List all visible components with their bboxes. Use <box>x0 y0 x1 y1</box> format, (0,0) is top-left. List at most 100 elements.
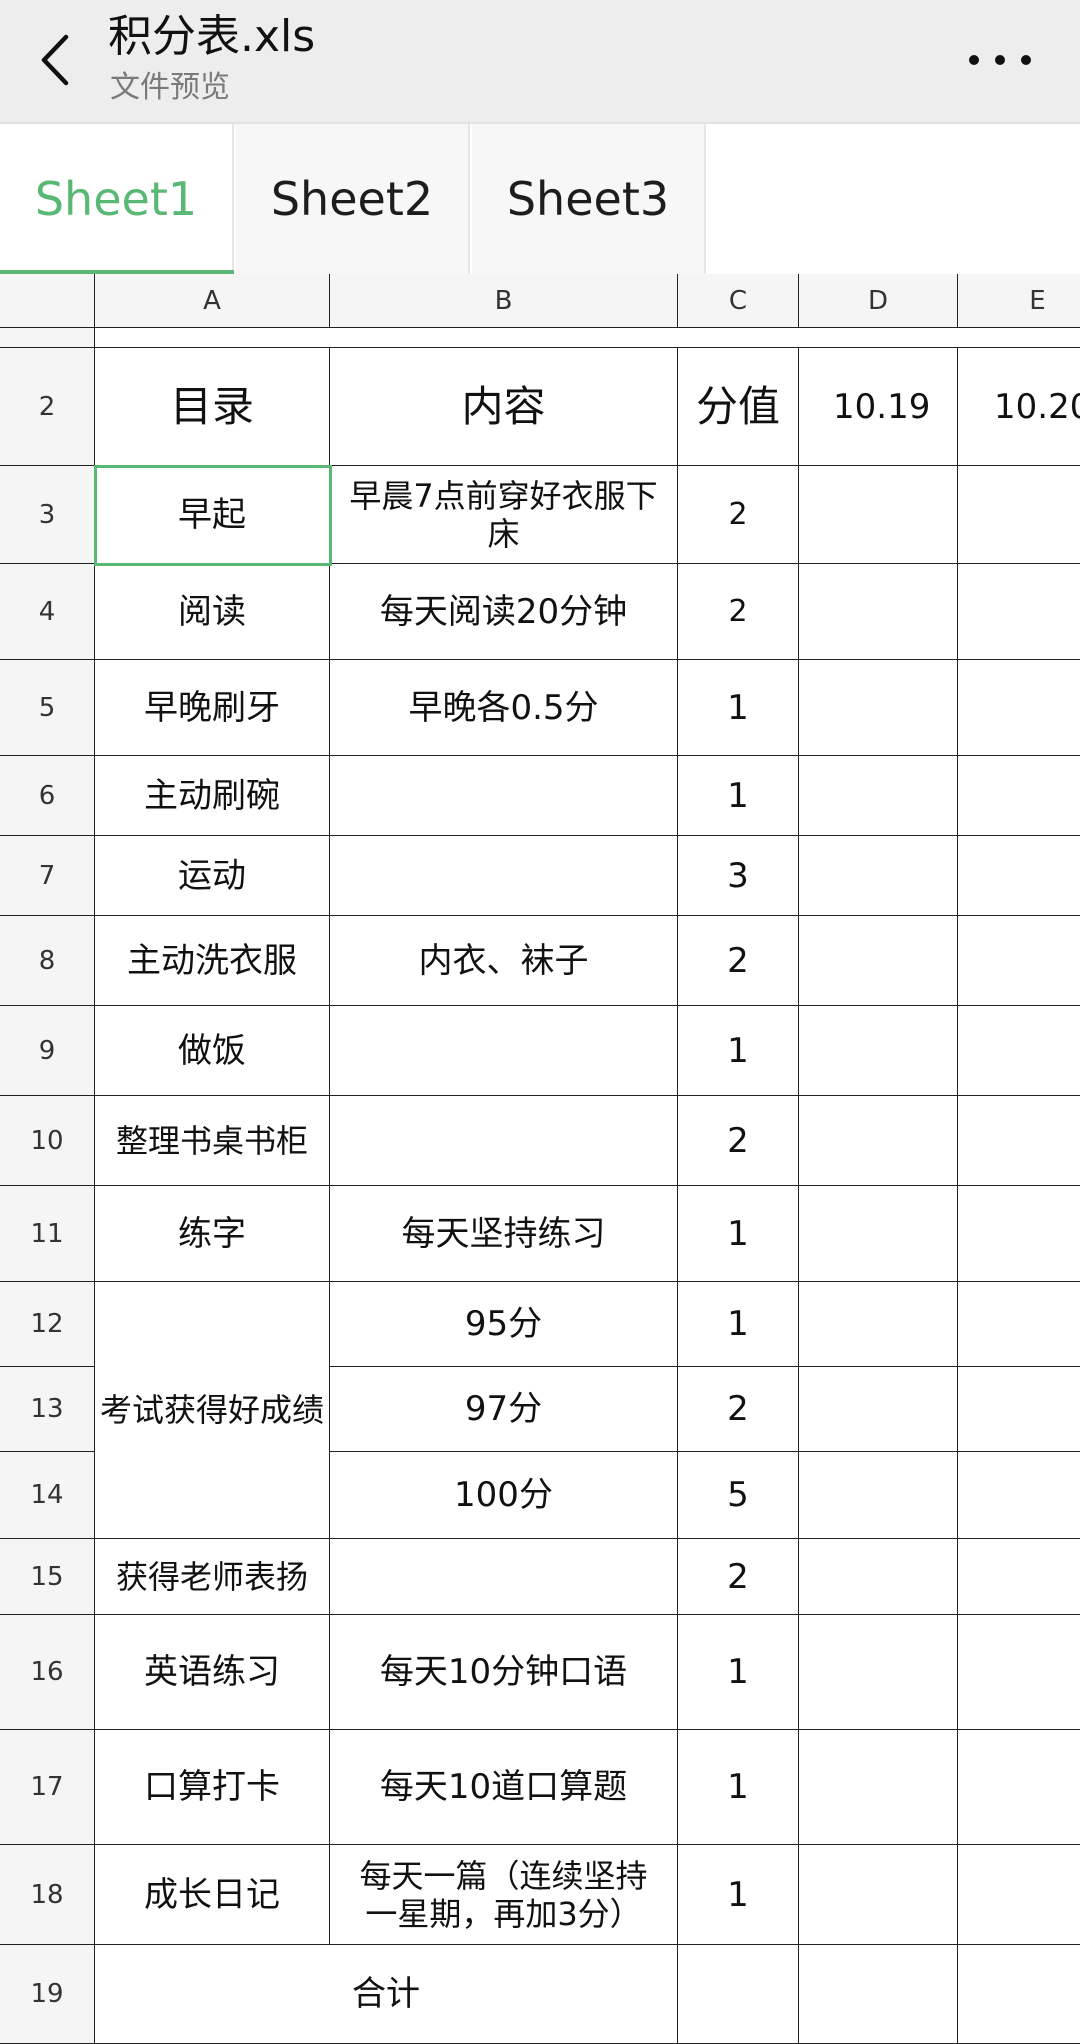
row-header[interactable]: 12 <box>0 1282 95 1367</box>
row-header[interactable]: 7 <box>0 836 95 916</box>
cell-d2[interactable]: 10.19 <box>799 348 958 466</box>
cell-d11[interactable] <box>799 1186 958 1282</box>
tab-sheet3[interactable]: Sheet3 <box>472 124 706 274</box>
cell-a5[interactable]: 早晚刷牙 <box>95 660 330 756</box>
cell-a6[interactable]: 主动刷碗 <box>95 756 330 836</box>
cell-b3[interactable]: 早晨7点前穿好衣服下床 <box>330 466 678 564</box>
cell-a18[interactable]: 成长日记 <box>95 1845 330 1945</box>
cell-d7[interactable] <box>799 836 958 916</box>
cell-b6[interactable] <box>330 756 678 836</box>
cell-d9[interactable] <box>799 1006 958 1096</box>
row-header[interactable]: 16 <box>0 1615 95 1730</box>
row-1-collapsed[interactable] <box>95 328 1080 348</box>
row-header[interactable]: 11 <box>0 1186 95 1282</box>
cell-e4[interactable] <box>958 564 1080 660</box>
cell-d16[interactable] <box>799 1615 958 1730</box>
spreadsheet-grid[interactable]: A B C D E 2 目录 内容 分值 10.19 10.20 3 早起 早晨… <box>0 274 1080 2044</box>
cell-b12[interactable]: 95分 <box>330 1282 678 1367</box>
cell-c13[interactable]: 2 <box>678 1367 799 1452</box>
row-header[interactable]: 18 <box>0 1845 95 1945</box>
column-header-d[interactable]: D <box>799 274 958 328</box>
cell-c17[interactable]: 1 <box>678 1730 799 1845</box>
cell-d3[interactable] <box>799 466 958 564</box>
column-header-b[interactable]: B <box>330 274 678 328</box>
cell-c9[interactable]: 1 <box>678 1006 799 1096</box>
cell-b17[interactable]: 每天10道口算题 <box>330 1730 678 1845</box>
cell-a3[interactable]: 早起 <box>95 466 330 564</box>
row-header[interactable]: 19 <box>0 1945 95 2044</box>
row-header[interactable]: 2 <box>0 348 95 466</box>
cell-b2[interactable]: 内容 <box>330 348 678 466</box>
cell-e3[interactable] <box>958 466 1080 564</box>
row-header[interactable]: 10 <box>0 1096 95 1186</box>
cell-a9[interactable]: 做饭 <box>95 1006 330 1096</box>
cell-e19[interactable] <box>958 1945 1080 2044</box>
cell-d10[interactable] <box>799 1096 958 1186</box>
cell-c18[interactable]: 1 <box>678 1845 799 1945</box>
cell-e17[interactable] <box>958 1730 1080 1845</box>
cell-b10[interactable] <box>330 1096 678 1186</box>
cell-c10[interactable]: 2 <box>678 1096 799 1186</box>
cell-d15[interactable] <box>799 1539 958 1615</box>
row-header[interactable]: 3 <box>0 466 95 564</box>
cell-d5[interactable] <box>799 660 958 756</box>
cell-b5[interactable]: 早晚各0.5分 <box>330 660 678 756</box>
cell-c6[interactable]: 1 <box>678 756 799 836</box>
cell-c3[interactable]: 2 <box>678 466 799 564</box>
cell-b4[interactable]: 每天阅读20分钟 <box>330 564 678 660</box>
cell-e16[interactable] <box>958 1615 1080 1730</box>
cell-e15[interactable] <box>958 1539 1080 1615</box>
cell-a16[interactable]: 英语练习 <box>95 1615 330 1730</box>
more-button[interactable] <box>960 38 1040 82</box>
cell-b11[interactable]: 每天坚持练习 <box>330 1186 678 1282</box>
cell-d17[interactable] <box>799 1730 958 1845</box>
cell-b8[interactable]: 内衣、袜子 <box>330 916 678 1006</box>
cell-c15[interactable]: 2 <box>678 1539 799 1615</box>
tab-sheet1[interactable]: Sheet1 <box>0 124 234 274</box>
cell-b15[interactable] <box>330 1539 678 1615</box>
column-header-c[interactable]: C <box>678 274 799 328</box>
cell-d19[interactable] <box>799 1945 958 2044</box>
column-header-a[interactable]: A <box>95 274 330 328</box>
cell-b9[interactable] <box>330 1006 678 1096</box>
cell-e9[interactable] <box>958 1006 1080 1096</box>
cell-e11[interactable] <box>958 1186 1080 1282</box>
cell-a17[interactable]: 口算打卡 <box>95 1730 330 1845</box>
cell-c5[interactable]: 1 <box>678 660 799 756</box>
cell-b18[interactable]: 每天一篇（连续坚持一星期，再加3分） <box>330 1845 678 1945</box>
cell-d14[interactable] <box>799 1452 958 1539</box>
cell-d12[interactable] <box>799 1282 958 1367</box>
tab-sheet2[interactable]: Sheet2 <box>236 124 470 274</box>
column-header-e[interactable]: E <box>958 274 1080 328</box>
cell-b16[interactable]: 每天10分钟口语 <box>330 1615 678 1730</box>
cell-d6[interactable] <box>799 756 958 836</box>
cell-d8[interactable] <box>799 916 958 1006</box>
cell-a11[interactable]: 练字 <box>95 1186 330 1282</box>
cell-e7[interactable] <box>958 836 1080 916</box>
cell-c19[interactable] <box>678 1945 799 2044</box>
cell-c16[interactable]: 1 <box>678 1615 799 1730</box>
cell-c8[interactable]: 2 <box>678 916 799 1006</box>
cell-e18[interactable] <box>958 1845 1080 1945</box>
row-header[interactable]: 8 <box>0 916 95 1006</box>
cell-e2[interactable]: 10.20 <box>958 348 1080 466</box>
cell-b13[interactable]: 97分 <box>330 1367 678 1452</box>
cell-d4[interactable] <box>799 564 958 660</box>
cell-b14[interactable]: 100分 <box>330 1452 678 1539</box>
cell-c14[interactable]: 5 <box>678 1452 799 1539</box>
cell-e8[interactable] <box>958 916 1080 1006</box>
cell-e5[interactable] <box>958 660 1080 756</box>
back-button[interactable] <box>30 30 80 90</box>
row-header[interactable]: 4 <box>0 564 95 660</box>
cell-c4[interactable]: 2 <box>678 564 799 660</box>
row-header[interactable]: 15 <box>0 1539 95 1615</box>
row-header[interactable]: 5 <box>0 660 95 756</box>
row-header[interactable]: 13 <box>0 1367 95 1452</box>
cell-c11[interactable]: 1 <box>678 1186 799 1282</box>
cell-a2[interactable]: 目录 <box>95 348 330 466</box>
cell-a10[interactable]: 整理书桌书柜 <box>95 1096 330 1186</box>
cell-d18[interactable] <box>799 1845 958 1945</box>
row-header[interactable] <box>0 328 95 348</box>
cell-a15[interactable]: 获得老师表扬 <box>95 1539 330 1615</box>
cell-d13[interactable] <box>799 1367 958 1452</box>
